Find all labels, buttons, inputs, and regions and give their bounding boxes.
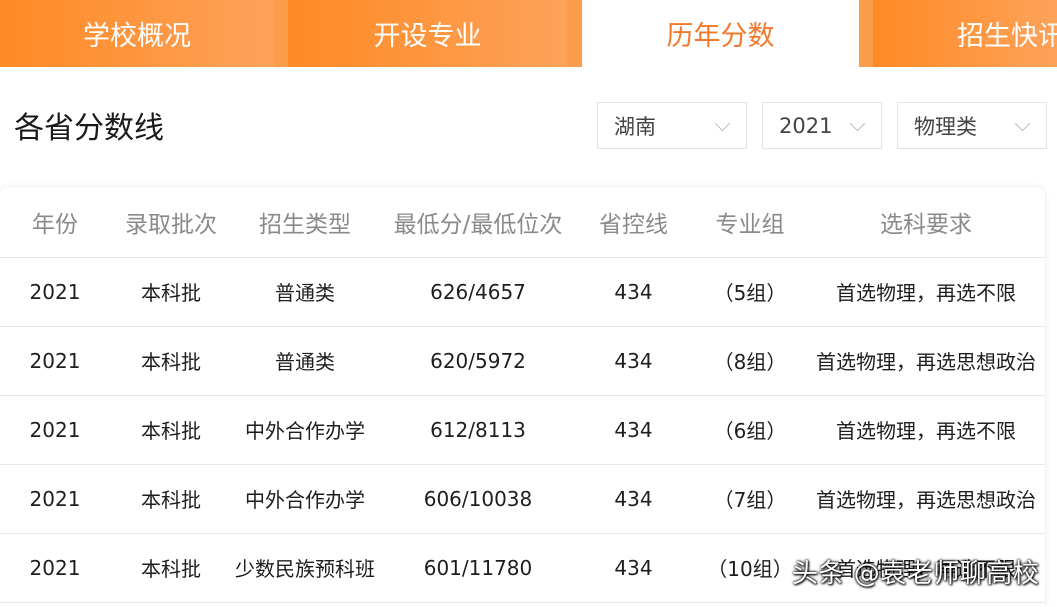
score-table: 年份 录取批次 招生类型 最低分/最低位次 省控线 专业组 选科要求 2021 … [0,187,1045,607]
header-year: 年份 [32,212,78,238]
year-select-value: 2021 [779,113,833,138]
header-min-score-rank: 最低分/最低位次 [393,212,563,238]
cell-batch: 本科批 [141,557,201,581]
tab-school-overview[interactable]: 学校概况 [0,0,274,67]
tab-historical-scores[interactable]: 历年分数 [582,0,859,67]
header-major-group: 专业组 [715,212,785,238]
chevron-down-icon [849,115,866,131]
cell-enroll-type: 中外合作办学 [245,488,365,512]
chevron-down-icon [1014,115,1031,131]
section-title: 各省分数线 [14,111,164,146]
cell-year: 2021 [29,279,81,304]
cell-batch: 本科批 [141,419,201,443]
watermark: 头条 @袁老师聊高校 [792,559,1040,589]
cell-min-score-rank: 620/5972 [430,348,526,373]
cell-year: 2021 [29,555,81,580]
cell-min-score-rank: 606/10038 [423,486,533,511]
subject-type-select[interactable]: 物理类 [897,102,1047,149]
cell-min-score-rank: 626/4657 [430,279,526,304]
cell-major-group: （5组） [713,281,787,305]
cell-batch: 本科批 [141,281,201,305]
cell-enroll-type: 普通类 [275,350,335,374]
cell-min-score-rank: 601/11780 [423,555,533,580]
year-select[interactable]: 2021 [762,102,882,149]
province-select[interactable]: 湖南 [597,102,747,149]
header-enroll-type: 招生类型 [259,212,351,238]
cell-subject-requirement: 首选物理，再选思想政治 [816,488,1036,512]
tab-bar: 学校概况 开设专业 历年分数 招生快讯 [0,0,1057,67]
header-subject-requirement: 选科要求 [880,212,972,238]
header-batch: 录取批次 [125,212,217,238]
cell-control-line: 434 [614,279,653,304]
header-control-line: 省控线 [599,212,668,238]
tab-admission-news[interactable]: 招生快讯 [873,0,1057,67]
cell-year: 2021 [29,486,81,511]
cell-control-line: 434 [614,486,653,511]
cell-control-line: 434 [614,555,653,580]
cell-major-group: （8组） [713,350,787,374]
table-header: 年份 录取批次 招生类型 最低分/最低位次 省控线 专业组 选科要求 [0,187,1045,258]
cell-subject-requirement: 首选物理，再选不限 [836,419,1016,443]
cell-major-group: （6组） [713,419,787,443]
cell-enroll-type: 中外合作办学 [245,419,365,443]
cell-subject-requirement: 首选物理，再选不限 [836,281,1016,305]
cell-batch: 本科批 [141,350,201,374]
table-row: 2021 本科批 中外合作办学 606/10038 434 （7组） 首选物理，… [0,464,1045,534]
tab-majors[interactable]: 开设专业 [288,0,567,67]
table-row: 2021 本科批 中外合作办学 612/8113 434 （6组） 首选物理，再… [0,395,1045,465]
cell-enroll-type: 普通类 [275,281,335,305]
province-select-value: 湖南 [614,114,656,139]
table-row: 2021 本科批 普通类 620/5972 434 （8组） 首选物理，再选思想… [0,326,1045,396]
cell-control-line: 434 [614,417,653,442]
cell-batch: 本科批 [141,488,201,512]
cell-enroll-type: 少数民族预科班 [235,557,375,581]
cell-year: 2021 [29,417,81,442]
table-row: 2021 本科批 普通类 626/4657 434 （5组） 首选物理，再选不限 [0,257,1045,327]
cell-year: 2021 [29,348,81,373]
cell-major-group: （7组） [713,488,787,512]
chevron-down-icon [714,115,731,131]
cell-min-score-rank: 612/8113 [430,417,526,442]
subject-type-select-value: 物理类 [914,114,977,139]
cell-subject-requirement: 首选物理，再选思想政治 [816,350,1036,374]
cell-control-line: 434 [614,348,653,373]
